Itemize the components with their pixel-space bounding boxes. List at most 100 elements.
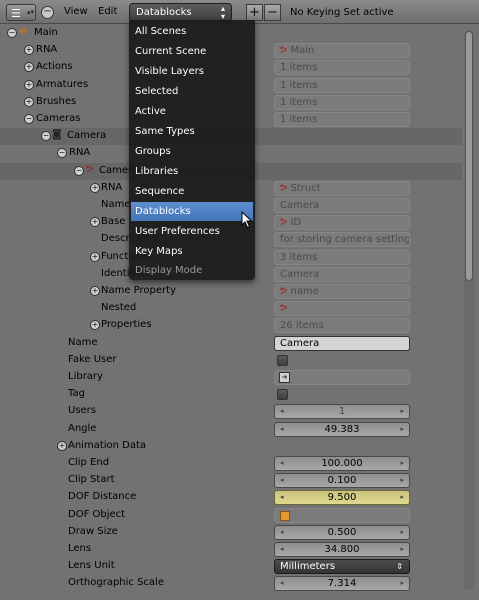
tree-row-lens-unit[interactable]: Lens Unit Millimeters ⇕ — [0, 558, 462, 575]
mouse-cursor-icon — [241, 211, 253, 229]
menu-item-key-maps[interactable]: Key Maps — [131, 242, 253, 261]
rna-icon: ᕗ — [280, 45, 288, 57]
expand-toggle-icon[interactable]: + — [90, 182, 100, 193]
field-value: 9.500 — [327, 492, 357, 504]
collapse-toggle-icon[interactable]: − — [41, 131, 51, 142]
increment-arrow-icon[interactable]: ▸ — [400, 491, 404, 504]
menu-item-datablocks[interactable]: Datablocks — [131, 202, 253, 221]
tree-label: DOF Distance — [68, 491, 137, 503]
collection-count-field: 26 items — [274, 318, 410, 334]
collapse-toggle-icon[interactable]: − — [24, 114, 34, 124]
blender-icon: ⊛ — [19, 26, 28, 37]
tree-row-dof-distance[interactable]: DOF Distance ◂ 9.500 ▸ — [0, 489, 462, 506]
increment-arrow-icon[interactable]: ▸ — [400, 474, 404, 487]
editor-type-button[interactable]: ☰ ▴▾ — [6, 4, 36, 21]
tree-row-cam-name[interactable]: Name Camera — [0, 335, 462, 352]
increment-arrow-icon[interactable]: ▸ — [400, 526, 404, 539]
tree-row-dof-object[interactable]: DOF Object — [0, 507, 462, 524]
increment-arrow-icon[interactable]: ▸ — [400, 577, 404, 590]
menu-item-current-scene[interactable]: Current Scene — [131, 42, 253, 61]
tree-label: Fake User — [68, 353, 117, 365]
expand-toggle-icon[interactable]: + — [24, 96, 34, 107]
decrement-arrow-icon[interactable]: ◂ — [280, 474, 284, 487]
rna-pointer-field: ᕗ ID — [274, 215, 410, 231]
tree-row-clip-start[interactable]: Clip Start ◂ 0.100 ▸ — [0, 472, 462, 489]
menu-view[interactable]: View — [64, 6, 88, 17]
menu-item-active[interactable]: Active — [131, 102, 253, 121]
expand-toggle-icon[interactable]: + — [57, 440, 67, 451]
field-value: 49.383 — [324, 423, 360, 435]
tree-row-lens[interactable]: Lens ◂ 34.800 ▸ — [0, 541, 462, 558]
tree-row-library[interactable]: Library ➜ — [0, 369, 462, 386]
angle-number-field[interactable]: ◂ 49.383 ▸ — [274, 421, 410, 437]
tree-row-properties[interactable]: + Properties 26 items — [0, 317, 462, 334]
tree-label: Nested — [101, 302, 137, 314]
tag-checkbox[interactable] — [277, 389, 288, 401]
menu-item-visible-layers[interactable]: Visible Layers — [131, 62, 253, 81]
field-value: name — [290, 286, 319, 297]
library-pointer-field[interactable]: ➜ — [274, 370, 410, 385]
dof-distance-number-field[interactable]: ◂ 9.500 ▸ — [274, 490, 410, 506]
increment-arrow-icon[interactable]: ▸ — [400, 457, 404, 470]
collection-count-field: 1 items — [274, 94, 410, 110]
decrement-arrow-icon[interactable]: ◂ — [280, 577, 284, 590]
menu-item-groups[interactable]: Groups — [131, 142, 253, 161]
expand-toggle-icon[interactable]: + — [90, 320, 100, 331]
decrement-arrow-icon[interactable]: ◂ — [280, 423, 284, 436]
keying-set-status: No Keying Set active — [290, 7, 394, 18]
expand-toggle-icon[interactable]: + — [24, 79, 34, 90]
draw-size-number-field[interactable]: ◂ 0.500 ▸ — [274, 524, 410, 540]
lens-number-field[interactable]: ◂ 34.800 ▸ — [274, 542, 410, 557]
menu-item-same-types[interactable]: Same Types — [131, 122, 253, 141]
tree-row-animation-data[interactable]: + Animation Data — [0, 438, 462, 455]
menu-item-selected[interactable]: Selected — [131, 82, 253, 101]
tree-label: Users — [68, 405, 97, 417]
collapse-menu-icon[interactable]: − — [41, 6, 54, 19]
expand-toggle-icon[interactable]: + — [90, 286, 100, 296]
decrement-arrow-icon[interactable]: ◂ — [280, 543, 284, 556]
clip-start-number-field[interactable]: ◂ 0.100 ▸ — [274, 473, 410, 489]
menu-item-libraries[interactable]: Libraries — [131, 162, 253, 181]
tree-row-tag[interactable]: Tag — [0, 386, 462, 403]
fake-user-checkbox[interactable] — [277, 354, 288, 366]
expand-toggle-icon[interactable]: + — [90, 251, 100, 262]
menu-item-user-preferences[interactable]: User Preferences — [131, 222, 253, 241]
collapse-toggle-icon[interactable]: − — [57, 148, 67, 159]
field-value: 34.800 — [324, 544, 360, 555]
tree-row-draw-size[interactable]: Draw Size ◂ 0.500 ▸ — [0, 524, 462, 541]
decrement-arrow-icon[interactable]: ◂ — [280, 457, 284, 470]
tree-label: Properties — [101, 319, 152, 331]
tree-row-users[interactable]: Users ◂ 1 ▸ — [0, 403, 462, 420]
tree-row-angle[interactable]: Angle ◂ 49.383 ▸ — [0, 421, 462, 438]
expand-toggle-icon[interactable]: + — [90, 217, 100, 228]
tree-row-ortho-scale[interactable]: Orthographic Scale ◂ 7.314 ▸ — [0, 575, 462, 592]
tree-row-name-property[interactable]: + Name Property ᕗ name — [0, 283, 462, 300]
rna-icon: ᕗ — [280, 286, 291, 297]
tree-label: Main — [34, 27, 58, 38]
minus-icon[interactable]: − — [264, 4, 281, 21]
display-mode-value: Datablocks — [136, 7, 192, 18]
tree-row-clip-end[interactable]: Clip End ◂ 100.000 ▸ — [0, 455, 462, 472]
vertical-scrollbar-thumb[interactable] — [465, 31, 473, 281]
dof-object-pointer-field[interactable] — [274, 507, 410, 523]
decrement-arrow-icon[interactable]: ◂ — [280, 526, 284, 539]
collapse-toggle-icon[interactable]: − — [7, 28, 17, 38]
camera-name-input[interactable]: Camera — [274, 335, 410, 351]
tree-label: RNA — [36, 44, 58, 56]
field-value: Millimeters — [280, 561, 336, 573]
collapse-toggle-icon[interactable]: − — [74, 165, 84, 176]
lens-unit-select[interactable]: Millimeters ⇕ — [274, 559, 410, 575]
menu-item-all-scenes[interactable]: All Scenes — [131, 22, 253, 41]
clip-end-number-field[interactable]: ◂ 100.000 ▸ — [274, 456, 410, 471]
menu-edit[interactable]: Edit — [98, 6, 117, 17]
increment-arrow-icon[interactable]: ▸ — [400, 423, 404, 436]
ortho-scale-number-field[interactable]: ◂ 7.314 ▸ — [274, 576, 410, 592]
tree-row-nested[interactable]: Nested ᕗ — [0, 300, 462, 317]
increment-arrow-icon[interactable]: ▸ — [400, 543, 404, 556]
menu-item-sequence[interactable]: Sequence — [131, 182, 253, 201]
expand-toggle-icon[interactable]: + — [24, 62, 34, 73]
expand-toggle-icon[interactable]: + — [24, 45, 34, 56]
tree-row-fake-user[interactable]: Fake User — [0, 352, 462, 369]
plus-icon[interactable]: + — [246, 4, 263, 21]
decrement-arrow-icon[interactable]: ◂ — [280, 491, 284, 504]
